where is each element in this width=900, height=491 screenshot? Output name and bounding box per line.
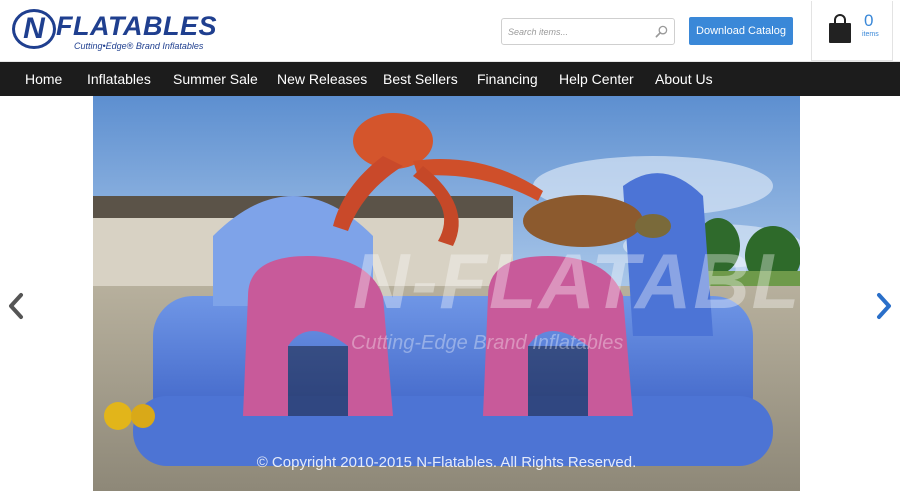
cart-label: items — [862, 31, 879, 38]
search-icon[interactable] — [655, 25, 668, 38]
cart-widget[interactable]: 0 items — [811, 1, 893, 61]
nav-item-best-sellers[interactable]: Best Sellers — [383, 62, 458, 96]
copyright-text: © Copyright 2010-2015 N-Flatables. All R… — [256, 454, 637, 471]
search-box — [501, 18, 675, 45]
site-logo[interactable]: N FLATABLES Cutting•Edge® Brand Inflatab… — [10, 8, 216, 54]
chevron-right-icon[interactable] — [874, 292, 894, 320]
logo-tagline: Cutting•Edge® Brand Inflatables — [74, 41, 204, 51]
nav-item-help-center[interactable]: Help Center — [559, 62, 634, 96]
download-catalog-button[interactable]: Download Catalog — [689, 17, 793, 45]
logo-emblem: N — [12, 9, 56, 49]
site-header: N FLATABLES Cutting•Edge® Brand Inflatab… — [0, 0, 900, 62]
nav-item-about-us[interactable]: About Us — [655, 62, 713, 96]
search-input[interactable] — [502, 19, 652, 44]
nav-item-summer-sale[interactable]: Summer Sale — [173, 62, 258, 96]
watermark-logo: N-FLATABLES — [353, 237, 800, 325]
shopping-bag-icon — [829, 14, 851, 43]
cart-count: 0 — [864, 11, 874, 30]
logo-wordmark: FLATABLES — [56, 11, 217, 41]
logo-letter: N — [23, 12, 45, 45]
nav-item-home[interactable]: Home — [25, 62, 62, 96]
chevron-left-icon[interactable] — [6, 292, 26, 320]
watermark-tagline: Cutting-Edge Brand Inflatables — [351, 332, 624, 354]
hero-slider: N-FLATABLES Cutting-Edge Brand Inflatabl… — [0, 96, 900, 491]
nav-item-new-releases[interactable]: New Releases — [277, 62, 367, 96]
slide-image[interactable]: N-FLATABLES Cutting-Edge Brand Inflatabl… — [93, 96, 800, 491]
nav-item-inflatables[interactable]: Inflatables — [87, 62, 151, 96]
nav-item-financing[interactable]: Financing — [477, 62, 538, 96]
page: N FLATABLES Cutting•Edge® Brand Inflatab… — [0, 0, 900, 491]
main-nav: Home Inflatables Summer Sale New Release… — [0, 62, 900, 96]
